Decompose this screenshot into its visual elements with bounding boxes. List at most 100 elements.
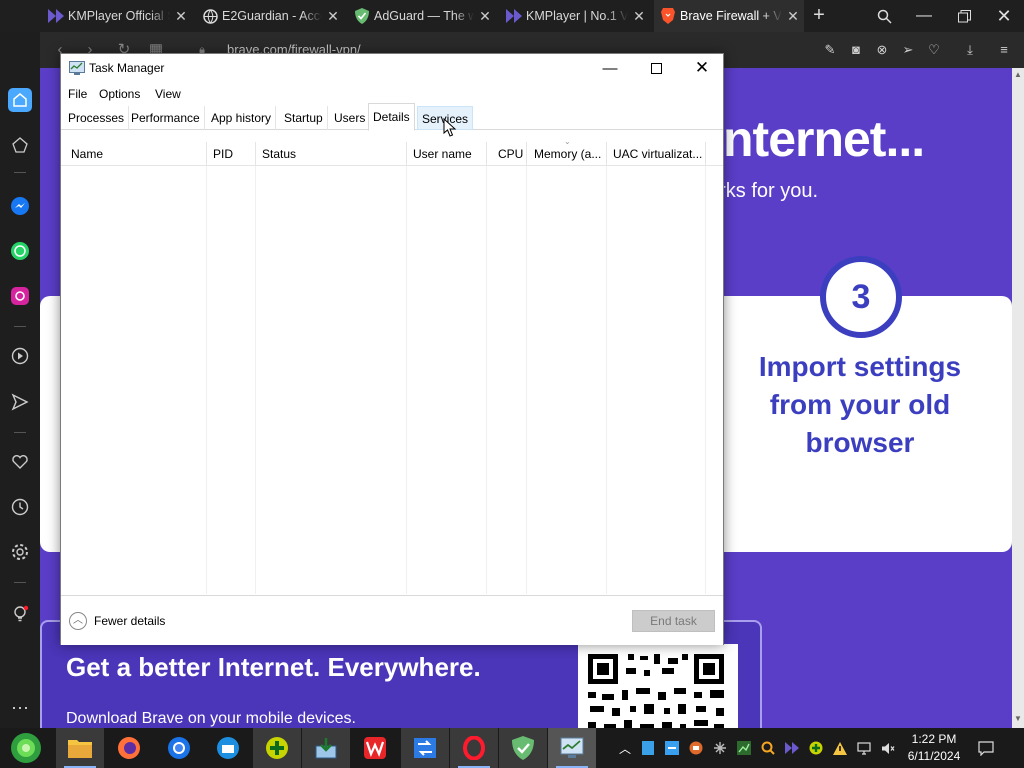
send-icon[interactable]	[8, 390, 32, 414]
close-icon[interactable]: ✕	[679, 54, 725, 82]
tray-chart-icon[interactable]	[736, 740, 752, 756]
close-icon[interactable]: ✕	[474, 8, 496, 25]
tab-startup[interactable]: Startup	[280, 106, 328, 130]
tab-adguard[interactable]: AdGuard — The w ✕	[348, 0, 496, 32]
close-icon[interactable]: ✕	[628, 8, 650, 25]
whatsapp-icon[interactable]	[8, 239, 32, 263]
close-window-icon[interactable]: ✕	[984, 0, 1024, 32]
chrome-icon[interactable]	[155, 728, 203, 768]
remote-desktop-icon[interactable]	[401, 728, 449, 768]
firefox-icon[interactable]	[105, 728, 153, 768]
volume-muted-icon[interactable]	[880, 740, 896, 756]
column-user-name[interactable]: User name	[407, 142, 487, 166]
kmplayer-icon	[48, 8, 64, 24]
task-manager-footer: ︿ Fewer details End task	[61, 595, 723, 645]
file-explorer-icon[interactable]	[56, 728, 104, 768]
page-heading: nternet...	[723, 111, 925, 167]
tab-title: Brave Firewall + Vi	[680, 9, 782, 23]
clock-time: 1:22 PM	[911, 732, 957, 746]
column-memory[interactable]: Memory (a...	[527, 142, 607, 166]
lightbulb-icon[interactable]	[8, 602, 32, 626]
tray-app-icon[interactable]	[640, 740, 656, 756]
history-clock-icon[interactable]	[8, 495, 32, 519]
camera-icon[interactable]: ◙	[847, 41, 865, 59]
network-icon[interactable]	[856, 740, 872, 756]
tab-details[interactable]: Details	[368, 103, 415, 131]
block-icon[interactable]: ⊗	[873, 41, 891, 59]
tab-app-history[interactable]: App history	[207, 106, 277, 130]
search-tabs-icon[interactable]	[864, 0, 904, 32]
restore-icon[interactable]	[944, 0, 984, 32]
installer-download-icon[interactable]	[302, 728, 350, 768]
sidebar-divider	[14, 432, 26, 433]
downloads-icon[interactable]: ⤓	[961, 41, 979, 59]
tray-download-manager-icon[interactable]	[808, 740, 824, 756]
fewer-details-link[interactable]: Fewer details	[94, 614, 165, 628]
column-divider	[406, 166, 407, 594]
speed-dial-icon[interactable]	[8, 133, 32, 157]
settings-gear-icon[interactable]	[8, 540, 32, 564]
minimize-icon[interactable]: ―	[904, 0, 944, 32]
task-manager-taskbar-icon[interactable]	[548, 728, 596, 768]
instagram-icon[interactable]	[8, 284, 32, 308]
tab-kmplayer-no1[interactable]: KMPlayer | No.1 Vi ✕	[500, 0, 650, 32]
menu-bar: File Options View	[61, 84, 723, 104]
new-tab-plus-icon[interactable]: +	[808, 4, 830, 26]
wps-office-icon[interactable]	[351, 728, 399, 768]
close-icon[interactable]: ✕	[782, 8, 804, 25]
tray-media-icon[interactable]	[688, 740, 704, 756]
tab-users[interactable]: Users	[330, 106, 371, 130]
edit-icon[interactable]: ✎	[821, 41, 839, 59]
messenger-icon[interactable]	[8, 194, 32, 218]
end-task-button[interactable]: End task	[632, 610, 715, 632]
column-name[interactable]: Name	[65, 142, 207, 166]
start-button[interactable]	[2, 728, 50, 768]
download-manager-icon[interactable]	[253, 728, 301, 768]
details-column-header: Name PID Status User name CPU Memory (a.…	[61, 142, 723, 166]
home-icon[interactable]	[8, 88, 32, 112]
share-icon[interactable]: ➢	[899, 41, 917, 59]
tray-search-tool-icon[interactable]	[760, 740, 776, 756]
tray-sync-icon[interactable]	[664, 740, 680, 756]
menu-icon[interactable]: ≡	[995, 41, 1013, 59]
brave-lion-icon	[660, 8, 676, 24]
close-icon[interactable]: ✕	[322, 8, 344, 25]
menu-view[interactable]: View	[155, 87, 181, 101]
adguard-taskbar-icon[interactable]	[499, 728, 547, 768]
opera-taskbar-icon[interactable]	[450, 728, 498, 768]
menu-file[interactable]: File	[68, 87, 87, 101]
maximize-icon[interactable]	[633, 54, 679, 82]
scroll-down-icon[interactable]: ▼	[1014, 714, 1022, 723]
show-hidden-icons-chevron-icon[interactable]: ︿	[617, 740, 633, 756]
notification-center-icon[interactable]	[977, 739, 995, 757]
thunderbird-icon[interactable]	[204, 728, 252, 768]
chevron-up-icon[interactable]: ︿	[69, 612, 87, 630]
close-icon[interactable]: ✕	[170, 8, 192, 25]
column-pid[interactable]: PID	[207, 142, 256, 166]
tray-warning-icon[interactable]	[832, 740, 848, 756]
column-divider	[486, 166, 487, 594]
banner-title: Get a better Internet. Everywhere.	[66, 652, 481, 682]
heart-icon[interactable]	[8, 450, 32, 474]
menu-options[interactable]: Options	[99, 87, 140, 101]
tray-kmplayer-icon[interactable]	[784, 740, 800, 756]
player-icon[interactable]	[8, 344, 32, 368]
adguard-shield-icon	[354, 8, 370, 24]
tray-network-tool-icon[interactable]	[712, 740, 728, 756]
system-clock[interactable]: 1:22 PM 6/11/2024	[906, 731, 962, 765]
column-cpu[interactable]: CPU	[487, 142, 527, 166]
minimize-icon[interactable]: ―	[587, 54, 633, 82]
opera-sidebar: ⋯	[0, 0, 40, 728]
favorite-heart-icon[interactable]: ♡	[925, 41, 943, 59]
tab-e2guardian[interactable]: E2Guardian - Acce ✕	[196, 0, 344, 32]
more-options-icon[interactable]: ⋯	[8, 696, 32, 720]
column-status[interactable]: Status	[256, 142, 407, 166]
scroll-up-icon[interactable]: ▲	[1014, 70, 1022, 79]
column-uac-virtualization[interactable]: UAC virtualizat...	[607, 142, 706, 166]
tab-processes[interactable]: Processes	[64, 106, 130, 130]
page-scrollbar[interactable]: ▲ ▼	[1012, 68, 1024, 728]
tab-kmplayer-official[interactable]: KMPlayer Official S ✕	[42, 0, 192, 32]
tab-performance[interactable]: Performance	[127, 106, 205, 130]
tab-brave-firewall[interactable]: Brave Firewall + Vi ✕	[654, 0, 804, 32]
sidebar-divider	[14, 326, 26, 327]
